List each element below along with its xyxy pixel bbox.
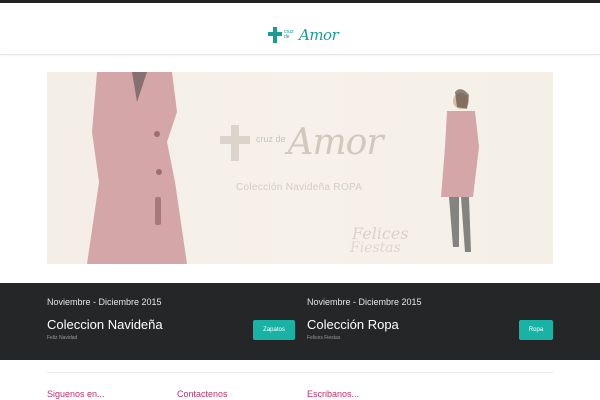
banner-cross-icon bbox=[220, 124, 250, 161]
hero-banner[interactable]: cruz de Amor Colección Navideña ROPA Fel… bbox=[47, 72, 553, 264]
cross-icon bbox=[268, 27, 282, 43]
promo-subtitle: Felices Fiestas bbox=[307, 335, 341, 341]
banner-subtitle: Colección Navideña ROPA bbox=[236, 182, 363, 193]
promo-item-ropa: Noviembre - Diciembre 2015 Colección Rop… bbox=[307, 283, 567, 360]
model-standing-image bbox=[441, 89, 479, 252]
promo-date: Noviembre - Diciembre 2015 bbox=[47, 297, 162, 307]
site-header: cruz de Amor bbox=[0, 3, 600, 55]
ropa-button[interactable]: Ropa bbox=[519, 320, 553, 340]
banner-logo-small: cruz de bbox=[256, 133, 286, 144]
model-coat-image bbox=[87, 72, 187, 264]
banner-logo: cruz de Amor bbox=[220, 122, 384, 163]
site-logo[interactable]: cruz de Amor bbox=[268, 25, 339, 45]
footer-heading-siguenos: Siguenos en... bbox=[47, 389, 105, 399]
footer-divider bbox=[47, 372, 553, 373]
promo-title[interactable]: Coleccion Navideña bbox=[47, 317, 163, 332]
logo-script-text: Amor bbox=[299, 26, 339, 44]
footer-heading-contactenos: Contactenos bbox=[177, 389, 228, 399]
promo-date: Noviembre - Diciembre 2015 bbox=[307, 297, 422, 307]
promo-subtitle: Feliz Navidad bbox=[47, 335, 78, 341]
logo-small-text: cruz de bbox=[284, 29, 294, 40]
promo-title[interactable]: Colección Ropa bbox=[307, 317, 399, 332]
promo-item-navidena: Noviembre - Diciembre 2015 Coleccion Nav… bbox=[47, 283, 307, 360]
footer-heading-escribanos: Escribanos... bbox=[307, 389, 360, 399]
zapatos-button[interactable]: Zapatos bbox=[253, 320, 295, 340]
banner-logo-script: Amor bbox=[287, 122, 384, 163]
banner-fiestas: Fiestas bbox=[350, 240, 401, 256]
promo-section: Noviembre - Diciembre 2015 Coleccion Nav… bbox=[0, 283, 600, 360]
